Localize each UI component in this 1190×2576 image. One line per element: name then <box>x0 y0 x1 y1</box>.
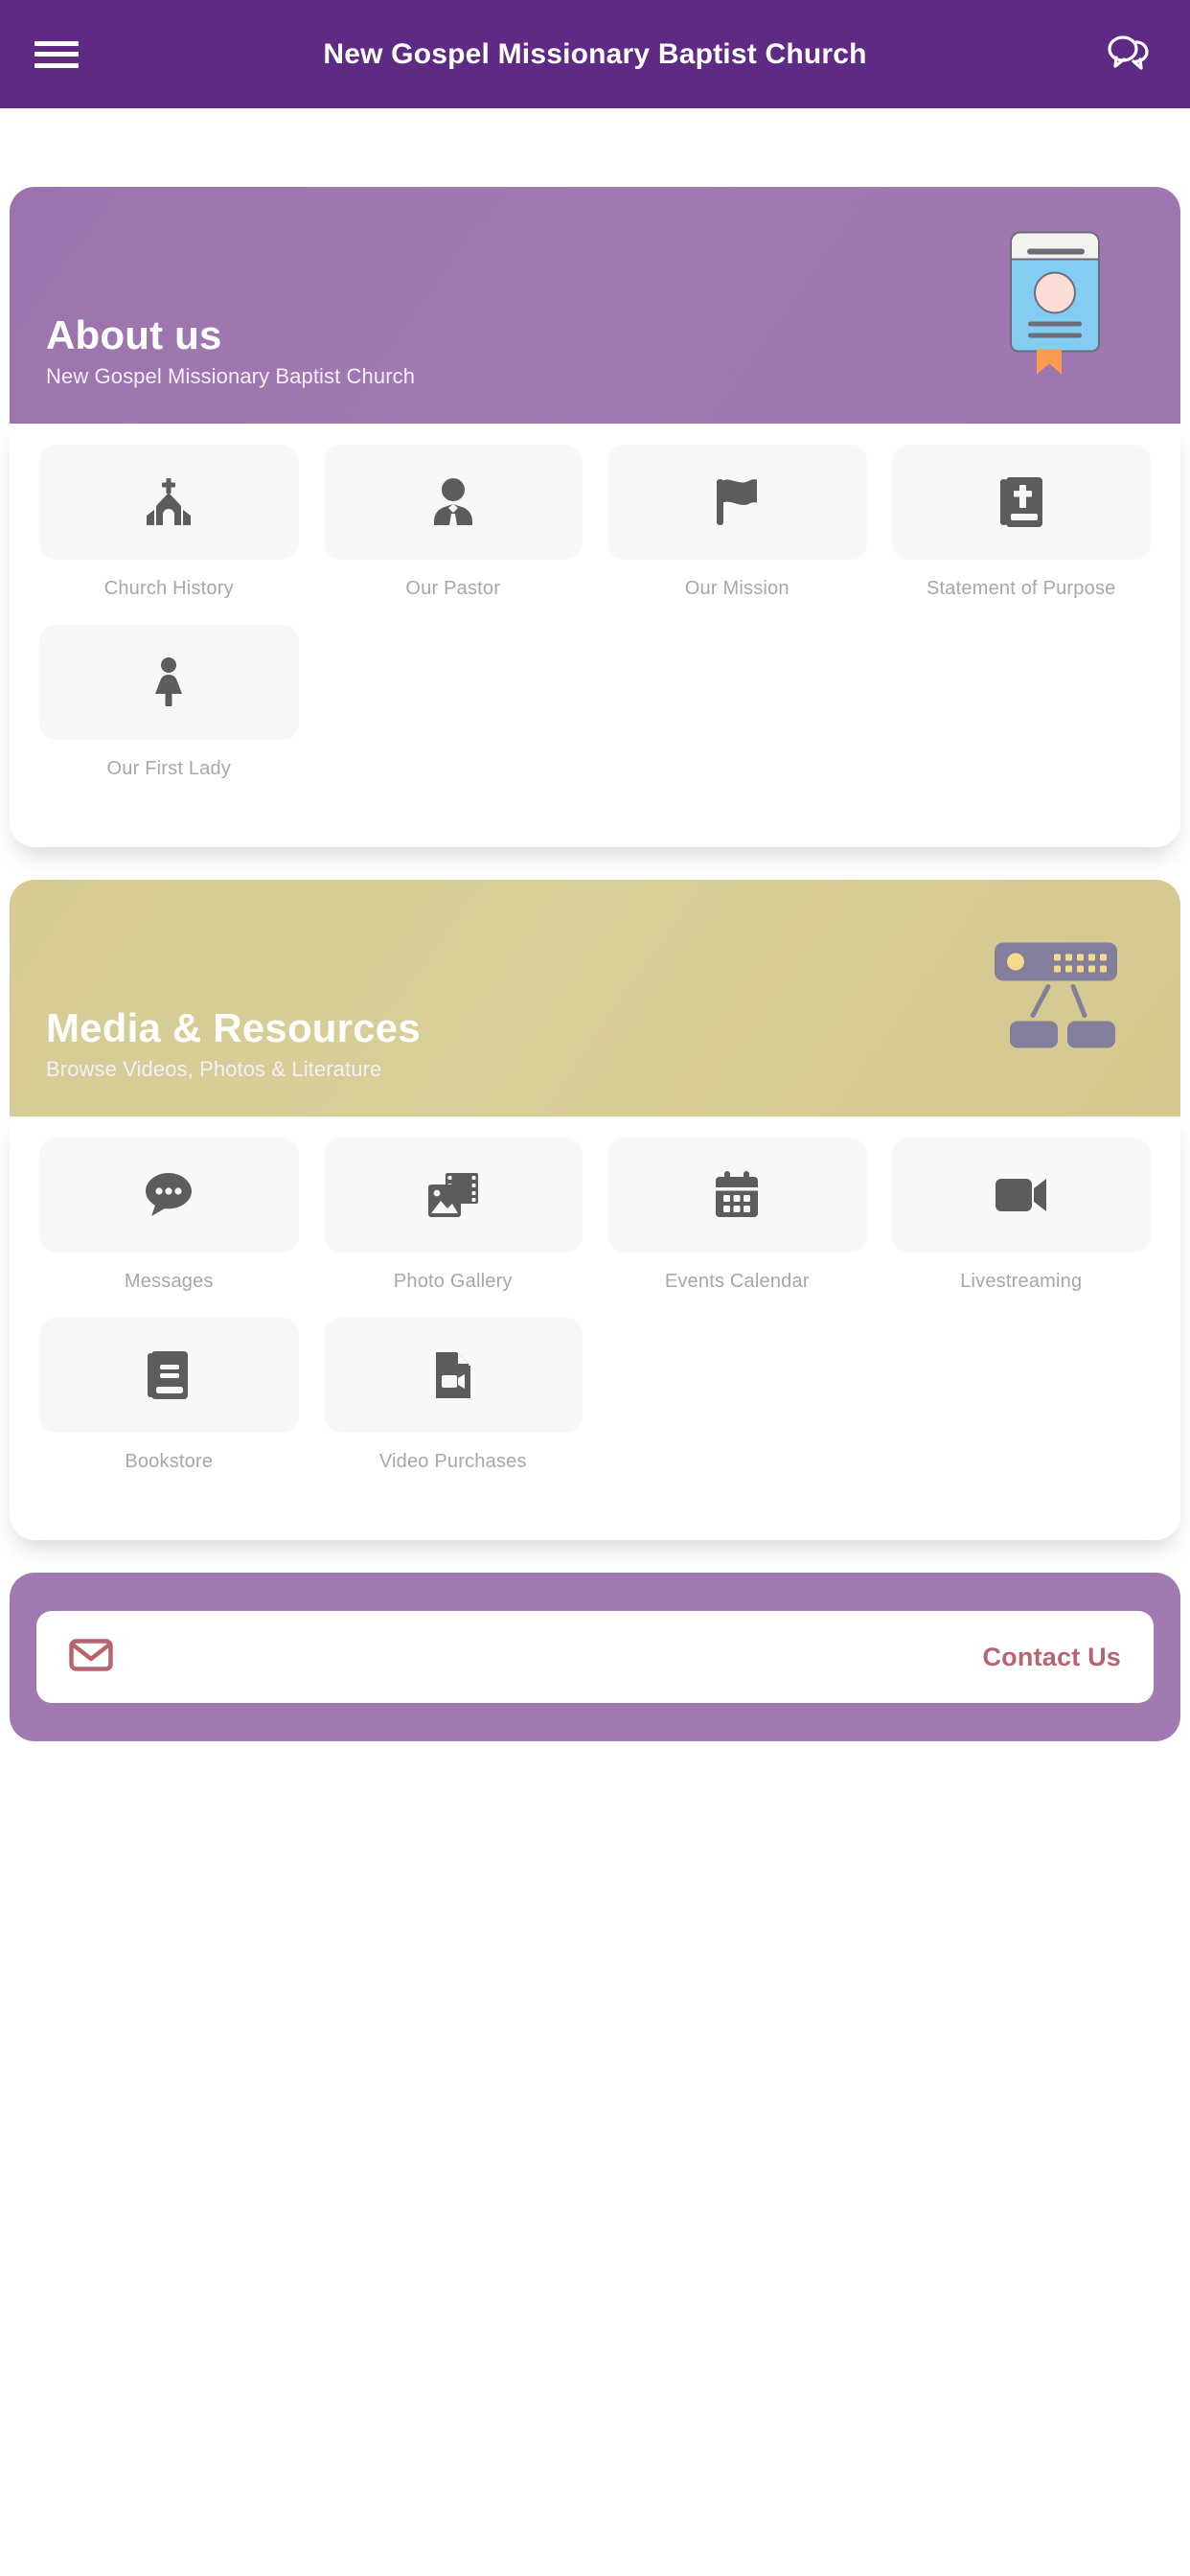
envelope-icon <box>69 1638 113 1676</box>
tile-icon-box <box>323 1138 583 1253</box>
tile-label: Messages <box>124 1271 214 1292</box>
hamburger-bar <box>34 40 79 46</box>
media-banner-subtitle: Browse Videos, Photos & Literature <box>46 1057 382 1081</box>
tile-events-calendar[interactable]: Events Calendar <box>595 1138 880 1293</box>
tile-icon-box <box>39 1138 299 1253</box>
network-router-glyph <box>995 942 1117 1047</box>
tile-icon-box <box>891 1138 1151 1253</box>
tile-icon-box <box>323 1318 583 1433</box>
bible-book-cross-icon <box>999 477 1042 527</box>
contact-us-label: Contact Us <box>982 1642 1121 1671</box>
media-banner: Media & Resources Browse Videos, Photos … <box>10 880 1180 1116</box>
about-banner-text: About us New Gospel Missionary Baptist C… <box>46 311 416 424</box>
about-tiles-grid: Church History Our Pastor Our Mission St… <box>27 445 1163 805</box>
tile-icon-box <box>323 445 583 560</box>
video-camera-icon <box>995 1179 1046 1211</box>
section-about: About us New Gospel Missionary Baptist C… <box>10 187 1180 847</box>
tile-bookstore[interactable]: Bookstore <box>27 1318 311 1473</box>
woman-figure-icon <box>155 657 183 706</box>
tile-icon-box <box>39 625 299 740</box>
page-content: About us New Gospel Missionary Baptist C… <box>0 187 1190 1741</box>
tile-statement-of-purpose[interactable]: Statement of Purpose <box>880 445 1164 600</box>
section-media: Media & Resources Browse Videos, Photos … <box>10 880 1180 1540</box>
tile-label: Photo Gallery <box>393 1271 513 1292</box>
about-banner: About us New Gospel Missionary Baptist C… <box>10 187 1180 424</box>
network-router-illustration <box>989 938 1123 1058</box>
flag-icon <box>717 479 758 525</box>
tile-our-first-lady[interactable]: Our First Lady <box>27 625 311 780</box>
file-video-icon <box>435 1352 470 1398</box>
chat-bubbles-icon[interactable] <box>1100 26 1157 83</box>
blue-book-illustration <box>996 226 1111 384</box>
tile-church-history[interactable]: Church History <box>27 445 311 600</box>
church-icon <box>147 478 192 525</box>
tile-label: Video Purchases <box>378 1451 527 1472</box>
photo-film-icon <box>427 1173 478 1217</box>
blue-book-glyph <box>1010 231 1100 374</box>
tile-label: Our First Lady <box>106 758 231 779</box>
tile-livestreaming[interactable]: Livestreaming <box>880 1138 1164 1293</box>
speech-bubble-dots-icon <box>146 1173 193 1216</box>
app-bar: New Gospel Missionary Baptist Church <box>0 0 1190 108</box>
contact-us-button[interactable]: Contact Us <box>36 1611 1154 1703</box>
tile-label: Our Mission <box>684 578 790 599</box>
tile-icon-box <box>891 445 1151 560</box>
media-tiles-card: Messages Photo Gallery Events Calendar L… <box>10 1116 1180 1540</box>
media-banner-title: Media & Resources <box>46 1004 421 1050</box>
tile-label: Events Calendar <box>664 1271 810 1292</box>
tile-messages[interactable]: Messages <box>27 1138 311 1293</box>
tile-label: Statement of Purpose <box>927 578 1116 599</box>
tile-video-purchases[interactable]: Video Purchases <box>311 1318 596 1473</box>
media-tiles-grid: Messages Photo Gallery Events Calendar L… <box>27 1138 1163 1498</box>
calendar-icon <box>716 1171 759 1217</box>
chat-bubbles-glyph <box>1108 34 1149 70</box>
about-banner-title: About us <box>46 311 222 357</box>
tile-label: Bookstore <box>125 1451 214 1472</box>
envelope-glyph <box>69 1638 113 1671</box>
tile-our-pastor[interactable]: Our Pastor <box>311 445 596 600</box>
person-in-tie-icon <box>433 478 472 525</box>
page-title: New Gospel Missionary Baptist Church <box>323 37 867 70</box>
tile-icon-box <box>607 1138 867 1253</box>
tile-label: Livestreaming <box>960 1271 1083 1292</box>
about-tiles-card: Church History Our Pastor Our Mission St… <box>10 424 1180 847</box>
media-banner-text: Media & Resources Browse Videos, Photos … <box>46 1004 421 1116</box>
tile-our-mission[interactable]: Our Mission <box>595 445 880 600</box>
hamburger-bar <box>34 62 79 68</box>
tile-label: Our Pastor <box>405 578 501 599</box>
tile-icon-box <box>39 1318 299 1433</box>
hamburger-bar <box>34 52 79 57</box>
hamburger-menu-icon[interactable] <box>34 37 79 72</box>
tile-photo-gallery[interactable]: Photo Gallery <box>311 1138 596 1293</box>
tile-icon-box <box>39 445 299 560</box>
tile-label: Church History <box>103 578 234 599</box>
book-icon <box>148 1351 189 1399</box>
tile-icon-box <box>607 445 867 560</box>
contact-panel: Contact Us <box>10 1573 1180 1741</box>
about-banner-subtitle: New Gospel Missionary Baptist Church <box>46 364 416 388</box>
